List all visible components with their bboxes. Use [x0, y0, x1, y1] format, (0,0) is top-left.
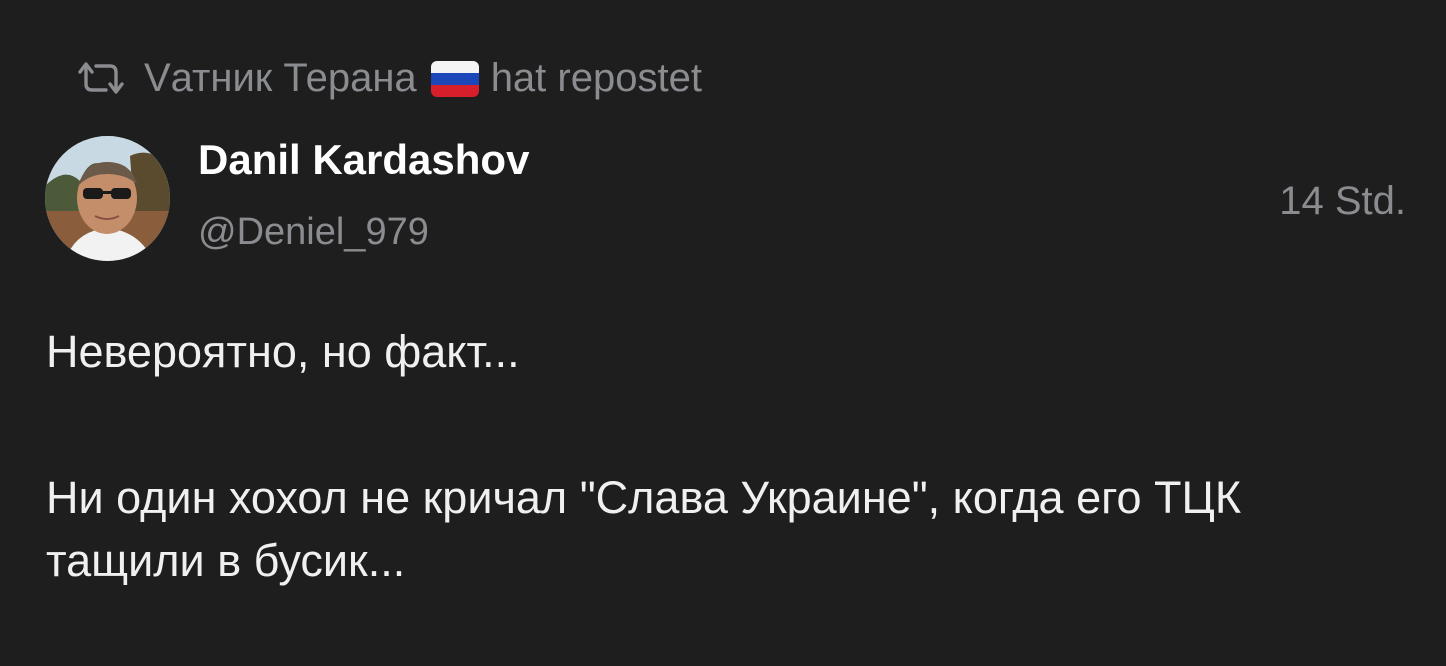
post-text-line: Ни один хохол не кричал "Слава Украине",…	[46, 472, 1242, 586]
post-text-line: Невероятно, но факт...	[46, 326, 520, 377]
repost-icon	[72, 58, 130, 98]
post-card[interactable]: Vатник Терана hat repostet Danil Kardash…	[0, 0, 1446, 666]
repost-action-text: hat repostet	[490, 56, 702, 100]
author-name[interactable]: Danil Kardashov	[198, 134, 529, 186]
avatar[interactable]	[45, 136, 170, 261]
post-content: Невероятно, но факт... Ни один хохол не …	[46, 320, 1406, 592]
russia-flag-icon	[430, 61, 479, 97]
repost-user-name[interactable]: Vатник Терана	[144, 54, 417, 102]
author-handle[interactable]: @Deniel_979	[198, 208, 429, 256]
repost-indicator[interactable]: Vатник Терана hat repostet	[72, 54, 702, 102]
post-timestamp[interactable]: 14 Std.	[1279, 176, 1406, 226]
